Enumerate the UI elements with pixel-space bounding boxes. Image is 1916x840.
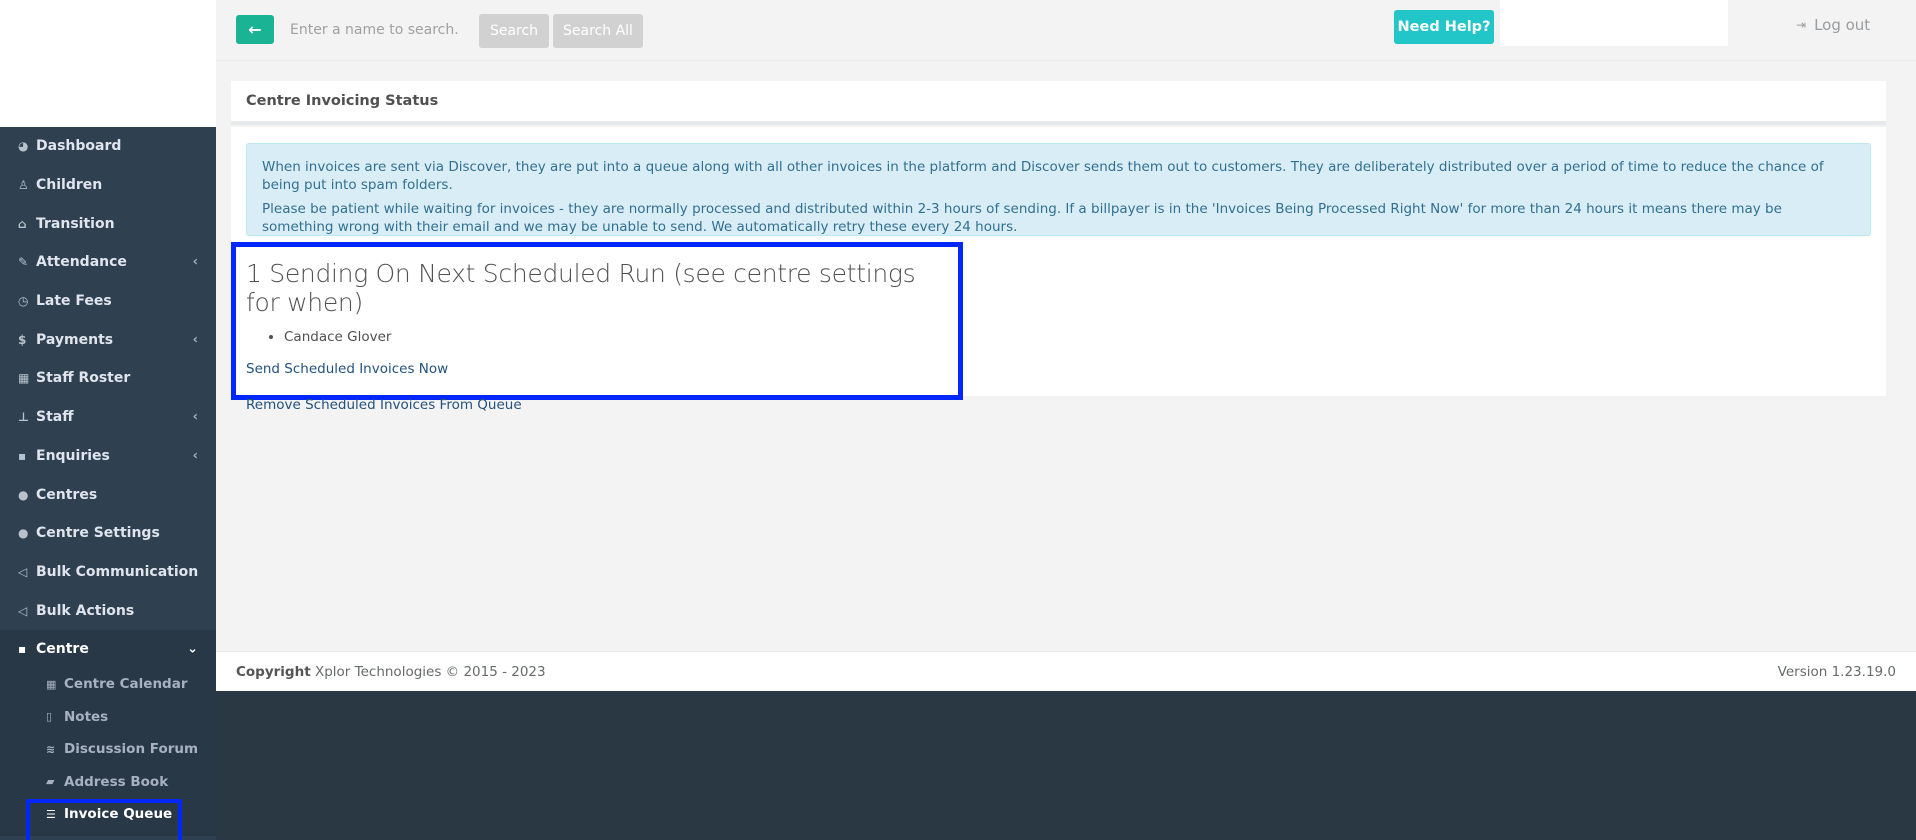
need-help-button[interactable]: Need Help? [1394,10,1494,44]
child-icon: ♙ [18,178,29,193]
sidebar-item-payments[interactable]: $ Payments ‹ [0,320,216,359]
list-item: Candace Glover [284,329,948,345]
sidebar-item-attendance[interactable]: ✎ Attendance ‹ [0,243,216,282]
forum-icon: ≋ [46,742,56,756]
subnav-item-centre-calendar[interactable]: ▦ Centre Calendar [0,668,216,701]
subnav-item-discussion-forum[interactable]: ≋ Discussion Forum [0,733,216,766]
grid-icon: ▪ [18,448,27,463]
top-bar: ← Search Search All Need Help? ⇥Log out [216,0,1916,61]
panel-body: When invoices are sent via Discover, the… [231,127,1886,413]
sidebar-item-children[interactable]: ♙ Children [0,166,216,205]
back-button[interactable]: ← [236,15,274,44]
sidebar-item-centres[interactable]: ● Centres [0,475,216,514]
footer-copyright: Copyright Xplor Technologies © 2015 - 20… [236,664,546,680]
bullhorn-icon: ◁ [18,603,28,618]
dot-icon: ● [18,526,29,541]
sign-out-icon: ⇥ [1796,18,1807,32]
chevron-left-icon: ‹ [192,448,198,464]
chevron-left-icon: ‹ [192,409,198,425]
dot-icon: ● [18,487,29,502]
subnav-item-notes[interactable]: ▯ Notes [0,700,216,733]
chevron-left-icon: ‹ [192,332,198,348]
sidebar-item-bulk-communication[interactable]: ◁ Bulk Communication [0,553,216,592]
search-button[interactable]: Search [479,14,549,48]
send-scheduled-invoices-now-link[interactable]: Send Scheduled Invoices Now [246,361,948,377]
chevron-down-icon: ⌄ [187,641,198,657]
copyright-text: Xplor Technologies © 2015 - 2023 [314,663,546,680]
alert-text-line-1: When invoices are sent via Discover, the… [262,159,1824,193]
book-icon: ▰ [46,775,55,789]
arrow-left-icon: ← [248,20,262,39]
sidebar-item-centre[interactable]: ▪ Centre ⌄ [0,629,216,668]
search-input[interactable] [282,14,460,46]
sidebar-item-late-fees[interactable]: ◷ Late Fees [0,282,216,321]
pie-chart-icon: ◕ [18,139,29,154]
sidebar-item-transition[interactable]: ⌂ Transition [0,204,216,243]
calendar-icon: ▦ [46,677,57,691]
edit-icon: ✎ [18,255,29,270]
sidebar: ◕ Dashboard ♙ Children ⌂ Transition ✎ Attend… [0,0,216,840]
recipient-list: Candace Glover [284,329,948,345]
copyright-label: Copyright [236,663,311,680]
sidebar-subnav-centre: ▦ Centre Calendar ▯ Notes ≋ Discussion Foru… [0,667,216,840]
sidebar-item-dashboard[interactable]: ◕ Dashboard [0,127,216,166]
sidebar-item-staff-roster[interactable]: ▦ Staff Roster [0,359,216,398]
sidebar-item-bulk-actions[interactable]: ◁ Bulk Actions [0,591,216,630]
list-icon: ☰ [46,807,56,821]
file-icon: ▯ [46,710,53,724]
subnav-item-address-book[interactable]: ▰ Address Book [0,765,216,798]
sidebar-item-centre-settings[interactable]: ● Centre Settings [0,514,216,553]
search-all-button[interactable]: Search All [553,14,643,48]
logout-link[interactable]: ⇥ Log out [1796,16,1870,34]
bullhorn-icon: ◁ [18,564,28,579]
remove-scheduled-invoices-link[interactable]: Remove Scheduled Invoices From Queue [246,397,948,413]
panel-title: Centre Invoicing Status [231,81,1886,125]
chevron-left-icon: ‹ [192,254,198,270]
subnav-item-invoice-queue[interactable]: ☰ Invoice Queue [0,798,216,840]
sidebar-item-enquiries[interactable]: ▪ Enquiries ‹ [0,437,216,476]
grid-icon: ▪ [18,641,27,656]
scheduled-invoices-section: 1 Sending On Next Scheduled Run (see cen… [231,242,963,413]
dollar-icon: $ [18,332,27,347]
sidebar-item-staff[interactable]: ⊥ Staff ‹ [0,398,216,437]
info-alert: When invoices are sent via Discover, the… [246,143,1871,236]
top-bar-blank-area [1500,0,1728,46]
sidebar-logo-area [0,0,216,127]
scheduled-heading: 1 Sending On Next Scheduled Run (see cen… [246,259,916,317]
main-content: Centre Invoicing Status When invoices ar… [216,61,1916,651]
version-label: Version 1.23.19.0 [1777,663,1896,680]
clock-icon: ◷ [18,294,29,309]
alert-text-line-2: Please be patient while waiting for invo… [262,201,1782,235]
calendar-icon: ▦ [18,371,30,386]
sitemap-icon: ⊥ [18,410,29,425]
graduation-cap-icon: ⌂ [18,216,27,231]
sidebar-nav: ◕ Dashboard ♙ Children ⌂ Transition ✎ Attend… [0,127,216,668]
footer: Copyright Xplor Technologies © 2015 - 20… [216,651,1916,691]
